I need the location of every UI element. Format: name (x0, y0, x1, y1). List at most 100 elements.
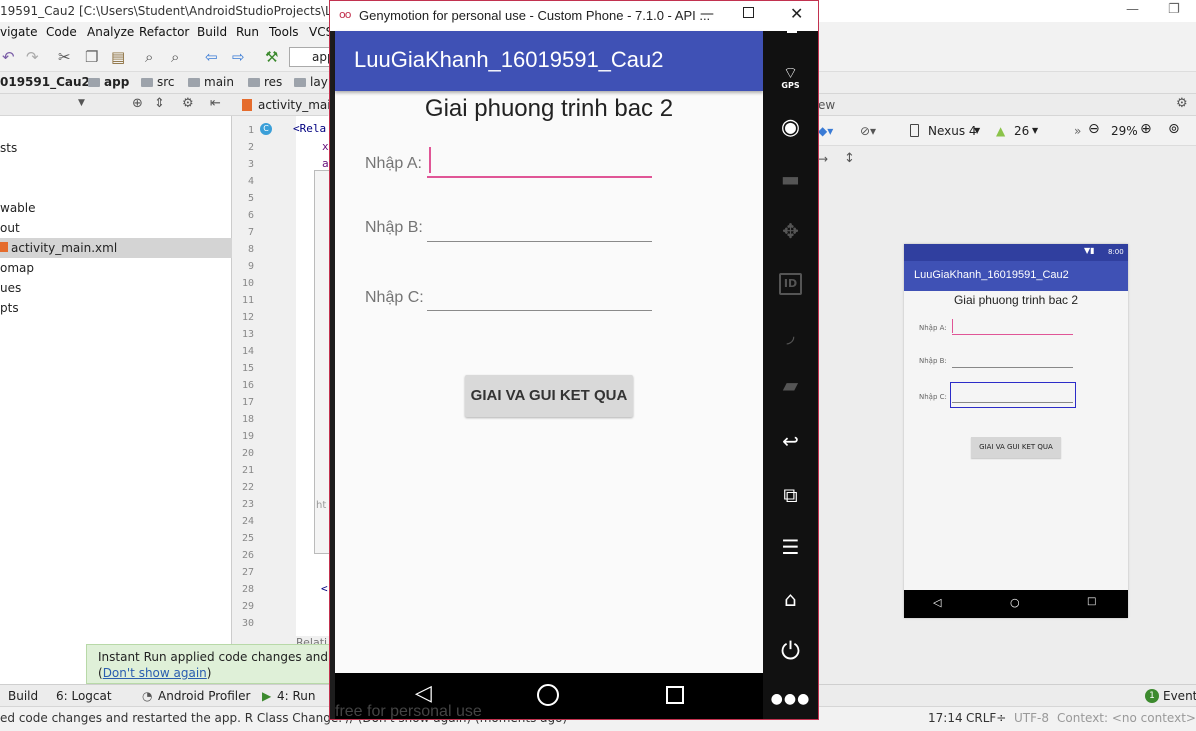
preview-field-a[interactable] (952, 334, 1073, 335)
logcat-tab[interactable]: 6: Logcat (56, 689, 112, 703)
line-number: 8 (247, 244, 254, 255)
paste-icon[interactable]: ▤ (111, 48, 125, 66)
find-icon[interactable]: ⌕ (145, 48, 153, 66)
line-number: 28 (241, 584, 254, 595)
label-c: Nhập C: (365, 289, 424, 306)
zoom-out-icon[interactable]: ⊖ (1088, 121, 1100, 137)
pan-icon[interactable]: → (818, 152, 828, 166)
hide-panel-icon[interactable]: ⇤ (210, 96, 221, 111)
breadcrumb-layout[interactable]: lay (294, 75, 328, 89)
gps-icon[interactable]: ⌔ (763, 63, 818, 83)
line-number: 10 (241, 278, 254, 289)
tree-item[interactable]: ues (0, 278, 232, 298)
genymotion-window-title: Genymotion for personal use - Custom Pho… (359, 8, 711, 23)
recent-apps-icon[interactable]: ⧉ (763, 483, 818, 507)
home-icon[interactable]: ⌂ (763, 587, 818, 611)
tree-item[interactable]: wable (0, 198, 232, 218)
undo-icon[interactable]: ↶ (2, 48, 15, 66)
code-editor[interactable]: <Rela x a ht < (293, 116, 332, 636)
breadcrumb-res[interactable]: res (248, 75, 282, 89)
battery-icon[interactable] (787, 25, 797, 33)
preview-field-c[interactable] (952, 402, 1073, 403)
layout-preview[interactable]: ▼▮ 8:00 LuuGiaKhanh_16019591_Cau2 Giai p… (904, 244, 1128, 618)
breadcrumb-app[interactable]: app (88, 75, 129, 89)
api-level-select[interactable]: 26 (1014, 124, 1029, 138)
preview-field-b[interactable] (952, 367, 1073, 368)
restore-icon[interactable]: ❐ (1168, 2, 1180, 17)
design-mode-icon[interactable]: ◆▾ (818, 124, 833, 138)
run-tab[interactable]: 4: Run (277, 689, 316, 703)
build-tab[interactable]: Build (8, 689, 38, 703)
preview-selection-box[interactable] (950, 382, 1076, 408)
menu-code[interactable]: Code (46, 25, 77, 39)
breadcrumb-main[interactable]: main (188, 75, 234, 89)
file-encoding[interactable]: UTF-8 (1014, 711, 1049, 725)
preview-solve-button[interactable]: GIAI VA GUI KET QUA (971, 437, 1061, 458)
collapse-all-icon[interactable]: ⇕ (154, 96, 165, 111)
minimize-icon[interactable]: — (1126, 2, 1139, 17)
menu-navigate[interactable]: vigate (0, 25, 38, 39)
gear-icon[interactable]: ⚙ (182, 96, 194, 111)
screencast-icon[interactable]: ▬ (763, 167, 818, 191)
scroll-from-source-icon[interactable]: ⊕ (132, 96, 143, 111)
device-id-icon[interactable]: ID (779, 273, 802, 295)
editor-tab-activity-main[interactable]: activity_main (258, 98, 338, 112)
android-profiler-tab[interactable]: Android Profiler (158, 689, 250, 703)
menu-refactor[interactable]: Refactor (139, 25, 189, 39)
make-project-icon[interactable]: ⚒ (265, 48, 278, 66)
redo-icon[interactable]: ↷ (26, 48, 39, 66)
network-icon[interactable]: ◞ (763, 323, 818, 347)
recents-icon[interactable] (666, 686, 684, 704)
close-icon[interactable]: ✕ (790, 4, 803, 23)
maximize-icon[interactable] (743, 7, 754, 18)
text-cursor (429, 147, 431, 173)
chevron-down-icon[interactable]: ▼ (1032, 126, 1038, 135)
menu-run[interactable]: Run (236, 25, 259, 39)
replace-icon[interactable]: ⌕ (171, 48, 179, 66)
menu-analyze[interactable]: Analyze (87, 25, 134, 39)
dont-show-again-link[interactable]: Don't show again (103, 666, 207, 680)
solve-and-send-button[interactable]: GIAI VA GUI KET QUA (465, 375, 633, 417)
cut-icon[interactable]: ✂ (58, 48, 71, 66)
move-icon[interactable]: ✥ (763, 219, 818, 243)
menu-icon[interactable]: ☰ (763, 535, 818, 559)
back-icon[interactable]: ⇦ (205, 48, 218, 66)
sms-icon[interactable]: ▰ (763, 373, 818, 397)
input-b[interactable] (427, 241, 652, 242)
tree-item-activity-main[interactable]: activity_main.xml (0, 238, 232, 258)
breadcrumb-src[interactable]: src (141, 75, 175, 89)
tree-item[interactable]: pts (0, 298, 232, 318)
tree-item[interactable]: sts (0, 138, 232, 158)
line-number: 29 (241, 601, 254, 612)
run-config-select[interactable]: app (289, 47, 335, 67)
input-a[interactable] (427, 176, 652, 178)
forward-icon[interactable]: ⇨ (232, 48, 245, 66)
gear-icon[interactable]: ⚙ (1176, 96, 1188, 111)
event-log-tab[interactable]: Event (1163, 689, 1196, 703)
menu-build[interactable]: Build (197, 25, 227, 39)
zoom-in-icon[interactable]: ⊕ (1140, 121, 1152, 137)
webcam-icon[interactable]: ◉ (763, 115, 818, 140)
home-icon[interactable] (537, 684, 559, 706)
app-title: LuuGiaKhanh_16019591_Cau2 (354, 47, 664, 72)
menu-tools[interactable]: Tools (269, 25, 299, 39)
orientation-icon[interactable]: ⊘▾ (860, 124, 876, 138)
breadcrumb-project[interactable]: 019591_Cau2 (0, 75, 90, 89)
line-separator[interactable]: CRLF÷ (966, 711, 1006, 725)
tree-item[interactable]: out (0, 218, 232, 238)
chevron-down-icon[interactable]: ▼ (78, 98, 85, 108)
overflow-icon[interactable]: » (1074, 124, 1081, 138)
power-icon[interactable]: ⏻ (763, 637, 818, 665)
input-c[interactable] (427, 310, 652, 311)
design-toolbar: ◆▾ ⊘▾ Nexus 4 ▼ ▲ 26 ▼ » ⊖ 29% ⊕ ⊚ (818, 116, 1196, 146)
resize-icon[interactable]: ↕ (844, 151, 855, 166)
device-select[interactable]: Nexus 4 (928, 124, 977, 138)
minimize-icon[interactable]: — (700, 6, 714, 22)
caret-position[interactable]: 17:14 (928, 711, 963, 725)
copy-icon[interactable]: ❐ (85, 48, 98, 66)
back-icon[interactable]: ↩ (763, 429, 818, 453)
zoom-fit-icon[interactable]: ⊚ (1168, 121, 1180, 137)
tree-item[interactable]: omap (0, 258, 232, 278)
more-icon[interactable]: ●●● (763, 691, 818, 707)
chevron-down-icon[interactable]: ▼ (974, 126, 980, 135)
